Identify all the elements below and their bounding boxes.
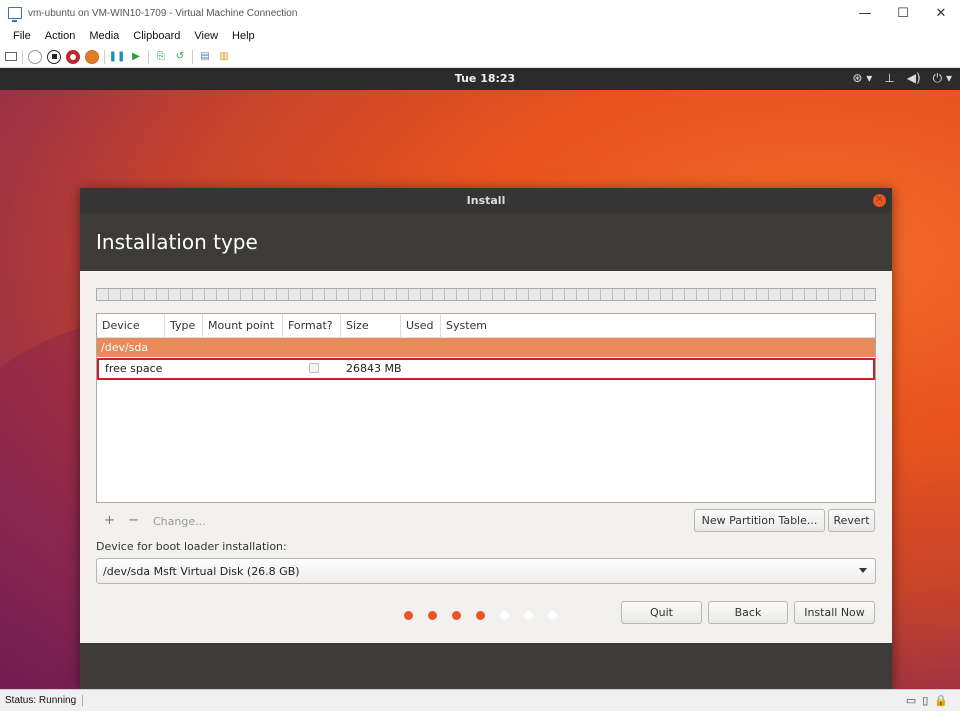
toolbar-separator [192, 49, 193, 64]
dialog-close-icon[interactable]: ✕ [873, 194, 886, 207]
column-used[interactable]: Used [401, 314, 441, 338]
clock[interactable]: Tue 18:23 [0, 72, 960, 85]
vm-connection-icon [8, 7, 22, 22]
keyboard-icon: ▭ [905, 695, 917, 707]
column-mount-point[interactable]: Mount point [203, 314, 283, 338]
system-tray: ⊛ ▾ ⊥ ◀) ⏻ ▾ [852, 71, 952, 86]
gnome-top-bar: Tue 18:23 ⊛ ▾ ⊥ ◀) ⏻ ▾ [0, 68, 960, 90]
column-size[interactable]: Size [341, 314, 401, 338]
shutdown-icon[interactable] [66, 49, 80, 64]
remove-partition-icon[interactable]: − [128, 513, 139, 528]
share-icon[interactable]: ▥ [217, 50, 231, 64]
turn-off-icon[interactable] [47, 49, 61, 64]
status-bar: Status: Running ▭ ▯ 🔒 [0, 689, 960, 711]
accessibility-icon[interactable]: ⊛ ▾ [852, 71, 872, 86]
toolbar-separator [148, 49, 149, 64]
menu-file[interactable]: File [6, 30, 38, 42]
bootloader-label: Device for boot loader installation: [96, 540, 287, 553]
status-text: Status: Running [5, 695, 84, 706]
toolbar-separator [104, 49, 105, 64]
device-name: /dev/sda [101, 341, 149, 354]
highlight-box [97, 358, 875, 380]
menu-view[interactable]: View [187, 30, 225, 42]
save-icon[interactable] [85, 49, 99, 64]
revert-button[interactable]: Revert [828, 509, 875, 532]
checkpoint-icon[interactable]: ⎘ [154, 50, 168, 64]
start-icon[interactable] [28, 49, 42, 64]
revert-icon[interactable]: ↺ [173, 50, 187, 64]
menu-action[interactable]: Action [38, 30, 83, 42]
minimize-button[interactable]: — [846, 0, 884, 26]
partition-bar [96, 288, 876, 301]
status-icons: ▭ ▯ 🔒 [906, 694, 948, 707]
shutdown-dot [70, 53, 76, 60]
free-space-size: 26843 MB [346, 362, 402, 375]
progress-dot [547, 611, 557, 620]
stop-square [51, 54, 57, 59]
enhanced-session-icon[interactable]: ▤ [198, 50, 212, 64]
dialog-body: Device Type Mount point Format? Size Use… [80, 271, 892, 626]
window-controls: — ☐ ✕ [846, 0, 960, 26]
progress-dot [403, 611, 413, 620]
close-button[interactable]: ✕ [922, 0, 960, 26]
bootloader-value: /dev/sda Msft Virtual Disk (26.8 GB) [103, 565, 300, 578]
menu-clipboard[interactable]: Clipboard [126, 30, 187, 42]
progress-dot [499, 611, 509, 620]
installer-progress-dots [0, 611, 960, 620]
ctrl-alt-del-icon[interactable] [5, 52, 17, 61]
table-row-free-space[interactable]: free space 26843 MB [97, 357, 875, 381]
page-title: Installation type [80, 213, 892, 271]
progress-dot [523, 611, 533, 620]
format-checkbox[interactable] [309, 363, 319, 373]
change-button[interactable]: Change... [153, 515, 206, 528]
progress-dot [475, 611, 485, 620]
host-title-bar: vm-ubuntu on VM-WIN10-1709 - Virtual Mac… [0, 0, 960, 26]
pause-icon[interactable]: ❚❚ [109, 50, 126, 64]
new-partition-table-button[interactable]: New Partition Table... [694, 509, 825, 532]
dialog-title-bar: Install ✕ [80, 188, 892, 213]
menu-help[interactable]: Help [225, 30, 262, 42]
partition-tools: + − Change... New Partition Table... Rev… [96, 509, 876, 533]
maximize-button[interactable]: ☐ [884, 0, 922, 26]
ubuntu-desktop: Tue 18:23 ⊛ ▾ ⊥ ◀) ⏻ ▾ Install ✕ Install… [0, 68, 960, 689]
toolbar-separator [22, 49, 23, 64]
free-space-label: free space [105, 362, 163, 375]
menu-media[interactable]: Media [82, 30, 126, 42]
menu-bar: File Action Media Clipboard View Help [0, 26, 960, 46]
mouse-icon: ▯ [922, 695, 929, 707]
column-device[interactable]: Device [97, 314, 165, 338]
chevron-down-icon [859, 568, 867, 573]
bootloader-device-select[interactable]: /dev/sda Msft Virtual Disk (26.8 GB) [96, 558, 876, 584]
progress-dot [451, 611, 461, 620]
column-format[interactable]: Format? [283, 314, 341, 338]
power-icon[interactable]: ⏻ ▾ [933, 71, 952, 86]
progress-dot [427, 611, 437, 620]
network-icon[interactable]: ⊥ [884, 71, 894, 86]
dialog-title: Install [466, 194, 506, 207]
column-system[interactable]: System [441, 314, 875, 338]
add-partition-icon[interactable]: + [104, 513, 115, 528]
reset-icon[interactable]: ▶ [129, 50, 143, 64]
toolbar: ❚❚ ▶ ⎘ ↺ ▤ ▥ [0, 46, 960, 68]
table-header: Device Type Mount point Format? Size Use… [97, 314, 875, 338]
lock-icon: 🔒 [934, 695, 948, 707]
window-title: vm-ubuntu on VM-WIN10-1709 - Virtual Mac… [28, 7, 298, 19]
table-row-dev-sda[interactable]: /dev/sda [97, 338, 875, 357]
partition-table: Device Type Mount point Format? Size Use… [96, 313, 876, 503]
dialog-footer [80, 643, 892, 689]
volume-icon[interactable]: ◀) [907, 71, 921, 86]
column-type[interactable]: Type [165, 314, 203, 338]
